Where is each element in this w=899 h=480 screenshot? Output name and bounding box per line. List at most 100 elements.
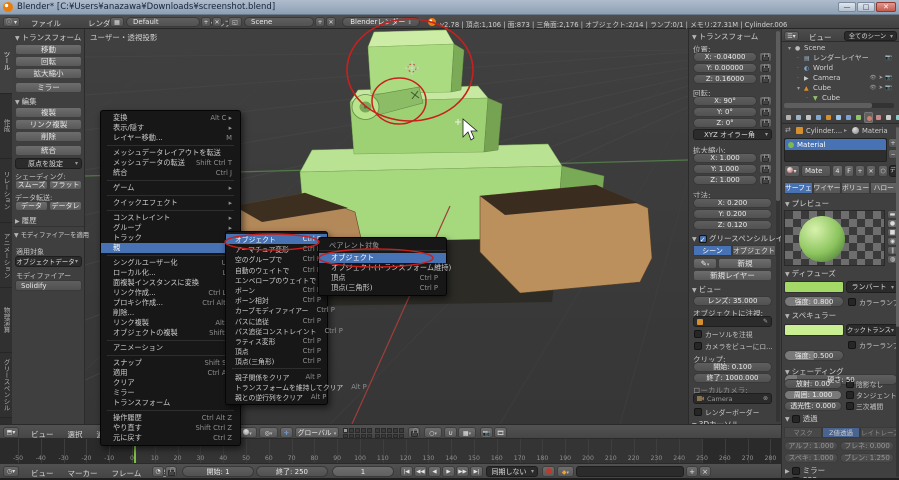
orientation-select[interactable]: グローバル ▾ (295, 427, 339, 438)
diffuse-color-swatch[interactable] (784, 281, 844, 293)
object-tab-icon[interactable] (824, 112, 833, 123)
play-button[interactable]: ▶ (442, 466, 455, 477)
menu-item[interactable]: ゲーム▸ (101, 183, 240, 193)
menu-item[interactable]: リンク複製Alt D (101, 318, 240, 328)
lock-scale-y-icon[interactable] (759, 164, 772, 174)
layer-cell[interactable] (355, 434, 360, 439)
outliner-item-label[interactable]: World (813, 64, 833, 72)
add-layout-button[interactable]: + (201, 17, 211, 27)
shading-field[interactable]: 周囲: 1.000 (784, 390, 842, 400)
menu-item[interactable]: メッシュデータの転送Shift Ctrl T (101, 158, 240, 168)
close-button[interactable]: ✕ (876, 2, 896, 12)
panel-edit-header[interactable]: ▼編集 (15, 96, 37, 107)
users-count-button[interactable]: 4 (832, 165, 843, 177)
lock-location-z-icon[interactable] (759, 74, 772, 84)
layer-cell[interactable] (343, 434, 348, 439)
disclosure-icon[interactable]: ▾ (797, 85, 804, 92)
menu-item[interactable]: 面複製インスタンスに変換 (101, 278, 240, 288)
menu-item[interactable]: 操作履歴Ctrl Alt Z (101, 413, 240, 423)
lock-scale-x-icon[interactable] (759, 153, 772, 163)
clip-end-field[interactable]: 終了: 1000.000 (693, 373, 772, 383)
menu-item[interactable]: スナップShift S ▸ (101, 358, 240, 368)
render-engine-select[interactable]: Blenderレンダー ⇕ (342, 17, 420, 27)
menu-item[interactable]: パス追従コンストレイントCtrl P (226, 326, 327, 336)
render-opengl-anim-button[interactable]: 🎞 (494, 427, 507, 438)
panel-view-header[interactable]: ▼ビュー (692, 284, 721, 295)
apply-target-select[interactable]: オブジェクトデータ▾ (15, 256, 82, 267)
specular-color-swatch[interactable] (784, 324, 844, 336)
disclosure-icon[interactable]: · (797, 75, 804, 82)
panel-transparency-header[interactable]: ▼透過 (785, 413, 818, 424)
jump-end-button[interactable]: ▶| (470, 466, 483, 477)
world-tab-icon[interactable] (814, 112, 823, 123)
layer-cell[interactable] (343, 428, 348, 433)
layer-cell[interactable] (393, 434, 398, 439)
cursor-toggle-icon[interactable]: ➤ (879, 85, 884, 91)
menu-item[interactable]: アーマチュア変形Ctrl P (226, 244, 327, 254)
delete-layout-button[interactable]: ✕ (212, 17, 222, 27)
panel-grease-pencil-header[interactable]: ▼✓ グリースペンシルレイ (692, 233, 781, 244)
editor-type-icon[interactable]: ⓘ ▾ (3, 17, 20, 27)
minimize-button[interactable]: — (838, 2, 856, 12)
layer-cell[interactable] (367, 434, 372, 439)
disclosure-icon[interactable]: · (797, 55, 804, 62)
menu-item[interactable]: オブジェクトの複製Shift D (101, 328, 240, 338)
scale-button[interactable]: 拡大縮小 (15, 68, 82, 79)
menu-item[interactable]: トランスフォームを維持してクリアAlt P (226, 382, 327, 392)
eyedropper-icon[interactable]: ✎ (763, 318, 768, 325)
menu-item[interactable]: レイヤー移動...M (101, 133, 240, 143)
render-toggle-icon[interactable]: 📷 (885, 85, 892, 91)
panel-specular-header[interactable]: ▼スペキュラー (785, 310, 836, 321)
fake-user-button[interactable]: F (844, 165, 854, 177)
specular-intensity-slider[interactable]: 強度: 0.500 (784, 350, 844, 361)
menu-item[interactable]: 親▸ (101, 243, 240, 253)
outliner-item-label[interactable]: Scene (804, 44, 825, 52)
lock-rotation-z-icon[interactable] (759, 118, 772, 128)
layer-cell[interactable] (387, 434, 392, 439)
menu-ビュー[interactable]: ビュー (24, 468, 61, 479)
menu-選択[interactable]: 選択 (61, 429, 90, 440)
gp-new-button[interactable]: 新規 (718, 258, 772, 269)
outliner-item-label[interactable]: Camera (813, 74, 840, 82)
eye-toggle-icon[interactable]: 👁 (870, 75, 877, 81)
scale-x[interactable]: X: 1.000 (693, 153, 757, 163)
unlink-material-button[interactable]: ✕ (866, 165, 876, 177)
outliner-row[interactable]: ·▼Cube (784, 93, 892, 103)
panel-history-header[interactable]: ▶履歴 (15, 215, 37, 226)
shading-checkbox[interactable] (846, 402, 854, 410)
transparency-field[interactable]: スペキ: 1.000 (784, 453, 838, 463)
menu-item[interactable]: ラティス変形Ctrl P (226, 336, 327, 346)
outliner-hscrollbar[interactable] (784, 103, 894, 108)
outliner-item-label[interactable]: Cube (813, 84, 831, 92)
lock-object-field[interactable]: ✎ (693, 316, 772, 327)
lock-to-scene-toggle[interactable] (408, 427, 420, 438)
menu-item[interactable]: 頂点(三角形)Ctrl P (226, 356, 327, 366)
auto-keyframe-button[interactable] (542, 466, 555, 477)
render-border-checkbox[interactable] (694, 408, 702, 416)
rotation-y[interactable]: Y: 0° (693, 107, 757, 117)
menu-item[interactable]: やり直すShift Ctrl Z (101, 423, 240, 433)
transparency-field[interactable]: アルフ: 1.000 (784, 441, 838, 451)
npanel-scrollbar[interactable] (776, 31, 780, 422)
rotation-x[interactable]: X: 90° (693, 96, 757, 106)
layers-widget[interactable] (343, 428, 372, 438)
outliner-item-label[interactable]: Cube (822, 94, 840, 102)
breadcrumb-material[interactable]: Materia (862, 127, 888, 135)
join-button[interactable]: 統合 (15, 145, 82, 156)
menu-item[interactable]: リンク作成...Ctrl L ▸ (101, 288, 240, 298)
menu-item[interactable]: 適用Ctrl A ▸ (101, 368, 240, 378)
sync-mode-select[interactable]: 同期しない▾ (486, 466, 538, 477)
menu-item[interactable]: コンストレイント▸ (101, 213, 240, 223)
menu-item[interactable]: オブジェクトCtrl P (226, 234, 327, 244)
outliner-row[interactable]: ▾●Scene (784, 43, 892, 53)
delete-keyframe-button[interactable]: × (699, 466, 711, 477)
mirror-button[interactable]: ミラー (15, 82, 82, 93)
rotate-button[interactable]: 回転 (15, 56, 82, 67)
clip-start-field[interactable]: 開始: 0.100 (693, 362, 772, 372)
menu-item[interactable]: 頂点(三角形)Ctrl P (319, 283, 446, 293)
object-data-tab-icon[interactable] (854, 112, 863, 123)
location-y[interactable]: Y: 0.00000 (693, 63, 757, 73)
shading-checkbox[interactable] (846, 391, 854, 399)
transparency-tab-レイトレース[interactable]: レイトレース (860, 427, 898, 438)
menu-item[interactable]: 自動のウェイトでCtrl P (226, 265, 327, 275)
